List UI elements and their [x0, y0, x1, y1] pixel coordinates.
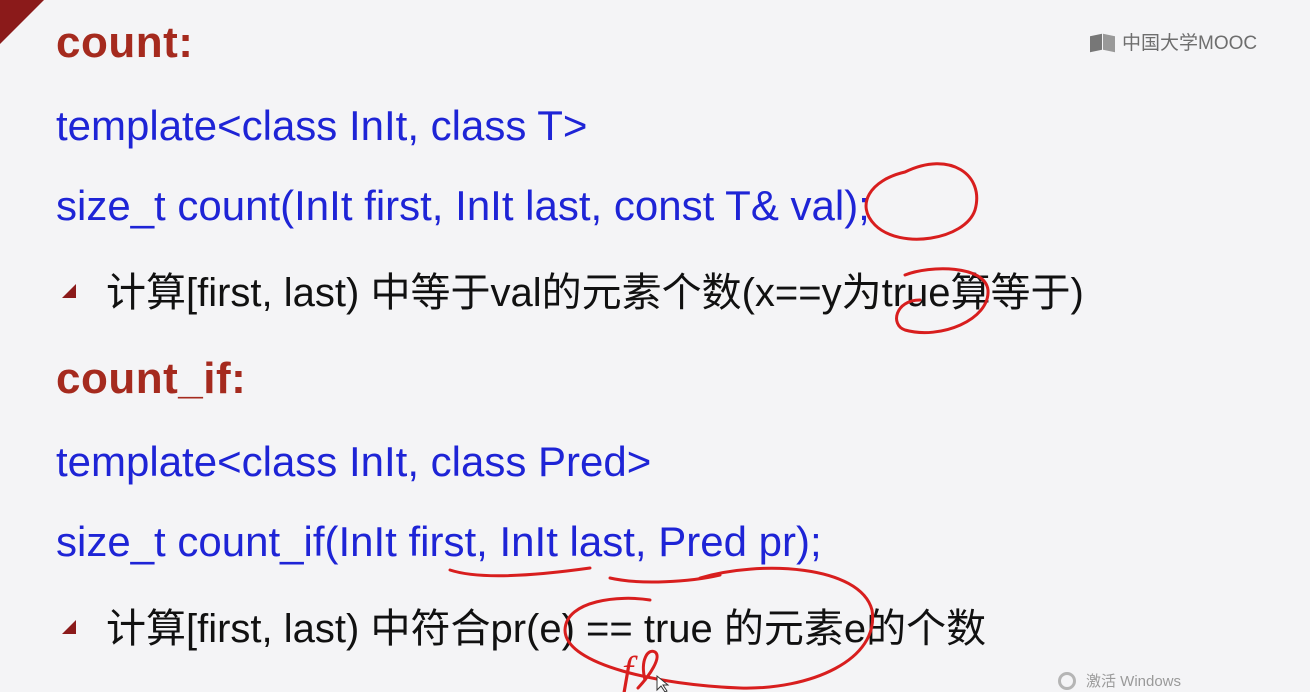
bullet-triangle-icon	[62, 620, 76, 634]
underline-last	[608, 573, 722, 584]
mooc-logo-text: 中国大学MOOC	[1122, 33, 1258, 54]
circle-around-val	[864, 162, 979, 241]
bullet-triangle-icon	[62, 284, 76, 298]
count-description-text: 计算[first, last) 中等于val的元素个数(x==y为true算等于…	[106, 271, 1084, 315]
count-if-template-line: template<class InIt, class Pred>	[56, 438, 652, 485]
mouse-cursor-icon	[656, 674, 670, 692]
slide-corner-decoration	[0, 0, 44, 44]
count-if-description-text: 计算[first, last) 中符合pr(e) == true 的元素e的个数	[106, 607, 987, 651]
count-if-signature-line: size_t count_if(InIt first, InIt last, P…	[56, 518, 822, 565]
count-description: 计算[first, last) 中等于val的元素个数(x==y为true算等于…	[62, 260, 1084, 318]
count-signature-line: size_t count(InIt first, InIt last, cons…	[56, 182, 870, 229]
watermark-text: 激活 Windows	[1086, 673, 1182, 690]
count-template-line: template<class InIt, class T>	[56, 102, 588, 149]
handwritten-f-stroke	[636, 649, 659, 690]
count-heading: count:	[56, 18, 194, 67]
count-if-description: 计算[first, last) 中符合pr(e) == true 的元素e的个数	[62, 596, 986, 654]
count-if-heading: count_if:	[56, 354, 247, 403]
windows-activation-watermark: 激活 Windows	[1058, 670, 1181, 691]
mooc-logo: 中国大学MOOC	[1090, 28, 1257, 55]
handwritten-letter-f: f	[622, 648, 638, 692]
underline-first	[448, 566, 592, 578]
windows-activation-icon	[1058, 671, 1076, 690]
mooc-logo-icon	[1090, 31, 1116, 53]
